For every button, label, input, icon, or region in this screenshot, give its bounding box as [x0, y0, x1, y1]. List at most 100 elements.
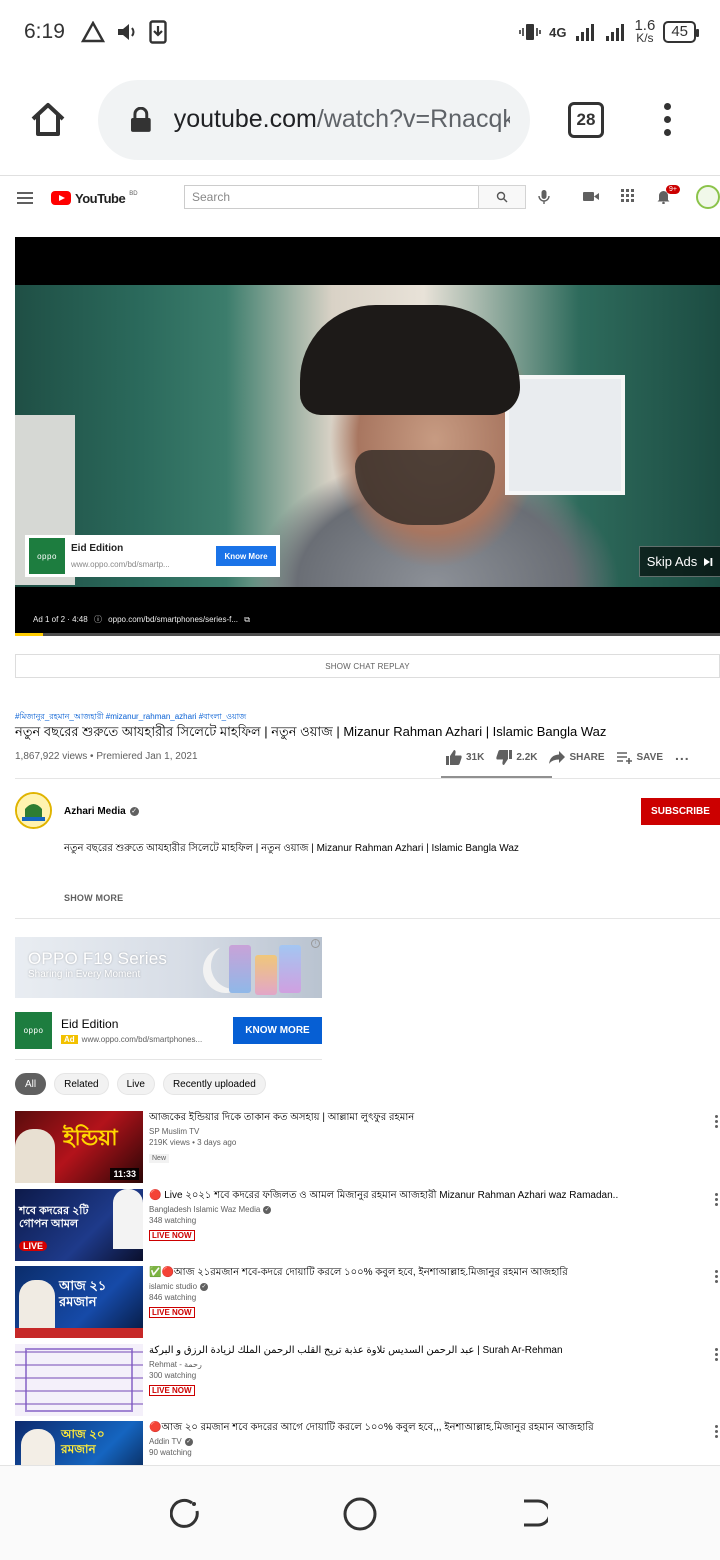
ad-count-duration: Ad 1 of 2 · 4:48 — [33, 615, 88, 624]
thumbs-up-icon — [446, 750, 462, 765]
new-badge: New — [149, 1154, 170, 1163]
channel-name[interactable]: islamic studio ✓ — [149, 1282, 709, 1291]
ad-info-icon[interactable]: i — [311, 939, 320, 948]
recommended-video[interactable]: আজ ২০ রমজান 🔴আজ ২০ রমজান শবে কদরের আগে দ… — [15, 1421, 720, 1465]
sidebar-ad-banner[interactable]: OPPO F19 Series Sharing in Every Moment … — [15, 937, 322, 998]
search-button[interactable] — [478, 185, 526, 209]
sidebar-ad-headline: OPPO F19 Series — [28, 949, 168, 968]
video-thumbnail[interactable] — [15, 1344, 143, 1416]
more-actions-button[interactable]: ... — [675, 747, 690, 763]
video-title: 🔴আজ ২০ রমজান শবে কদরের আগে দোয়াটি করলে … — [149, 1422, 594, 1433]
divider — [15, 918, 720, 919]
net-speed-unit: K/s — [636, 31, 654, 45]
chip-all[interactable]: All — [15, 1073, 47, 1095]
youtube-play-icon — [51, 191, 71, 205]
dislike-button[interactable]: 2.2K — [496, 750, 537, 765]
video-thumbnail[interactable]: আজ ২১ রমজান — [15, 1266, 143, 1338]
video-meta: 348 watching — [149, 1216, 197, 1225]
more-options-button[interactable] — [715, 1425, 718, 1438]
more-options-button[interactable] — [715, 1270, 718, 1283]
video-actions: 31K 2.2K SHARE SAVE ... — [446, 747, 702, 765]
share-button[interactable]: SHARE — [549, 751, 605, 764]
volume-icon — [117, 24, 135, 40]
sidebar-know-more-button[interactable]: KNOW MORE — [233, 1016, 322, 1044]
lock-icon — [130, 106, 151, 132]
divider — [15, 1059, 322, 1060]
external-link-icon[interactable]: ⧉ — [244, 615, 250, 624]
channel-name[interactable]: Azhari Media ✓ — [64, 806, 139, 817]
subscribe-button[interactable]: SUBSCRIBE — [641, 798, 720, 825]
video-meta: 846 watching — [149, 1293, 197, 1302]
calligraphy-frame — [25, 1348, 133, 1412]
more-options-button[interactable] — [715, 1115, 718, 1128]
channel-name-text: Bangladesh Islamic Waz Media — [149, 1205, 261, 1214]
recommended-video[interactable]: ইন্ডিয়া 11:33 আজকের ইন্ডিয়ার দিকে তাকা… — [15, 1111, 720, 1183]
channel-name[interactable]: SP Muslim TV — [149, 1127, 709, 1136]
sidebar-ad-url: www.oppo.com/bd/smartphones... — [81, 1034, 203, 1044]
show-more-button[interactable]: SHOW MORE — [64, 893, 123, 903]
create-video-icon[interactable] — [583, 191, 599, 202]
channel-name-text: Azhari Media — [64, 806, 126, 817]
account-avatar[interactable] — [696, 185, 720, 209]
thumbnail-text: শবে কদরের ২টি গোপন আমল — [19, 1205, 89, 1230]
address-bar[interactable]: youtube.com/watch?v=Rnacqk — [98, 79, 530, 160]
home-icon — [31, 102, 65, 136]
video-title: 🔴 Live ২০২১ শবে কদরের ফজিলত ও আমল মিজানু… — [149, 1190, 619, 1201]
video-player[interactable]: oppo Eid Edition www.oppo.com/bd/smartp.… — [15, 237, 720, 636]
ad-info-url[interactable]: oppo.com/bd/smartphones/series-f... — [108, 615, 238, 624]
video-thumbnail[interactable]: আজ ২০ রমজান — [15, 1421, 143, 1465]
verified-check-icon: ✓ — [200, 1282, 209, 1291]
skip-ads-button[interactable]: Skip Ads — [639, 546, 720, 577]
thumbnail-text: আজ ২১ রমজান — [59, 1278, 107, 1309]
browser-toolbar: youtube.com/watch?v=Rnacqk 28 — [0, 64, 720, 176]
recommended-video[interactable]: আজ ২১ রমজান ✅🔴আজ ২১রমজান শবে-কদরে দোয়াট… — [15, 1266, 720, 1338]
signal-icon-2 — [606, 24, 625, 41]
apps-grid-icon[interactable] — [621, 189, 634, 202]
chip-recently-uploaded[interactable]: Recently uploaded — [162, 1073, 266, 1095]
know-more-button[interactable]: Know More — [216, 546, 276, 566]
home-button[interactable] — [343, 1497, 377, 1531]
ad-progress-fill — [15, 633, 44, 636]
search-input[interactable]: Search — [184, 185, 478, 209]
share-icon — [549, 751, 566, 764]
channel-name[interactable]: Addin TV ✓ — [149, 1437, 709, 1446]
oppo-logo: oppo — [29, 538, 65, 574]
more-options-button[interactable] — [715, 1193, 718, 1206]
microphone-icon[interactable] — [538, 189, 550, 205]
home-button[interactable] — [22, 94, 74, 146]
player-ad-card[interactable]: oppo Eid Edition www.oppo.com/bd/smartp.… — [25, 535, 280, 577]
url-text[interactable]: youtube.com/watch?v=Rnacqk — [174, 105, 510, 134]
recommended-video[interactable]: শবে কদরের ২টি গোপন আমল LIVE 🔴 Live ২০২১ … — [15, 1189, 720, 1261]
channel-avatar[interactable] — [15, 792, 52, 829]
recommended-video[interactable]: عبد الرحمن السديس تلاوة عذبة تريح القلب … — [15, 1344, 720, 1416]
country-code: BD — [129, 191, 138, 197]
ad-progress-bar[interactable] — [15, 633, 720, 636]
youtube-logo[interactable]: YouTube BD — [51, 191, 138, 206]
save-button[interactable]: SAVE — [616, 751, 663, 764]
back-button[interactable] — [518, 1497, 548, 1529]
live-now-badge: LIVE NOW — [149, 1385, 195, 1396]
channel-name-text: islamic studio — [149, 1282, 198, 1291]
video-thumbnail[interactable]: শবে কদরের ২টি গোপন আমল LIVE — [15, 1189, 143, 1261]
video-meta: 90 watching — [149, 1448, 192, 1457]
video-meta: 1,867,922 views • Premiered Jan 1, 2021 — [15, 751, 198, 762]
system-navigation-bar — [0, 1465, 720, 1560]
channel-name[interactable]: Rehmat - رحمة — [149, 1360, 709, 1369]
live-now-badge: LIVE NOW — [149, 1230, 195, 1241]
channel-name[interactable]: Bangladesh Islamic Waz Media ✓ — [149, 1205, 709, 1214]
ad-info-icon[interactable]: ⓘ — [94, 615, 102, 624]
chip-live[interactable]: Live — [116, 1073, 155, 1095]
browser-menu-button[interactable] — [664, 103, 671, 136]
video-thumbnail[interactable]: ইন্ডিয়া 11:33 — [15, 1111, 143, 1183]
live-streaming-badge: LIVE — [19, 1241, 48, 1251]
tab-switcher-button[interactable]: 28 — [568, 101, 604, 138]
search-box: Search — [184, 185, 526, 209]
video-title: ✅🔴আজ ২১রমজান শবে-কদরে দোয়াটি করলে ১০০% … — [149, 1267, 568, 1278]
recents-button[interactable] — [170, 1497, 202, 1529]
guide-menu-icon[interactable] — [17, 192, 33, 204]
like-button[interactable]: 31K — [446, 750, 484, 765]
more-options-button[interactable] — [715, 1348, 718, 1361]
chip-related[interactable]: Related — [54, 1073, 109, 1095]
sidebar-ad-details[interactable]: oppo Eid Edition Ad www.oppo.com/bd/smar… — [15, 1010, 322, 1050]
show-chat-replay-button[interactable]: SHOW CHAT REPLAY — [15, 654, 720, 678]
